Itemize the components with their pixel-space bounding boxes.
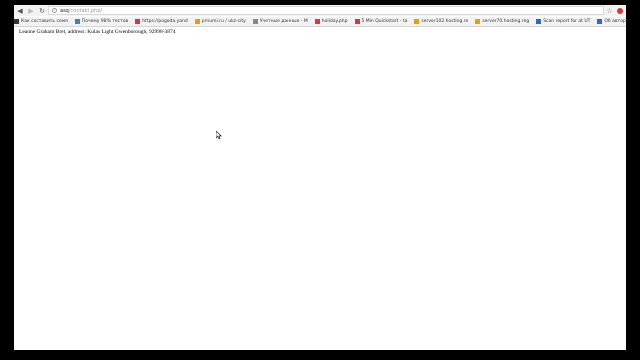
bookmark-favicon-icon [475, 19, 481, 24]
bookmark-favicon-icon [74, 19, 80, 24]
bookmark-label: server102.hosting.re [421, 19, 469, 24]
forward-icon[interactable]: ▶ [26, 6, 36, 16]
bookmark-item[interactable]: Почему 98% тестов [74, 17, 129, 26]
extension-icon[interactable] [615, 6, 624, 15]
bookmark-item[interactable]: https://pogoda.yand [135, 17, 188, 26]
bookmark-label: 5 Min Quickstart - ta [361, 19, 408, 24]
bookmark-item[interactable]: holiday.php [314, 17, 348, 26]
bookmarks-bar: Как составить семя Почему 98% тестов https… [14, 17, 626, 27]
page-text: Leanne Graham Bret, address: Kulas Light… [19, 29, 176, 35]
bookmark-label: holiday.php [321, 19, 348, 24]
bookmark-label: https://pogoda.yand [142, 19, 188, 24]
bookmark-favicon-icon [414, 19, 420, 24]
bookmark-label: Как составить семя [21, 19, 68, 24]
bookmark-label: Об авторе проекта [604, 19, 626, 24]
bookmark-item[interactable]: server70.hosting.reg [475, 17, 529, 26]
bookmark-label: server70.hosting.reg [482, 19, 530, 24]
bookmark-favicon-icon [252, 19, 258, 24]
address-path: /contakt.php/ [68, 7, 103, 14]
bookmark-star-icon[interactable]: ☆ [605, 6, 614, 15]
bookmark-favicon-icon [597, 19, 603, 24]
bookmark-label: prnumi.ru / ukz-city [201, 19, 246, 24]
bookmark-favicon-icon [314, 19, 320, 24]
bookmark-item[interactable]: Как составить семя [14, 17, 68, 26]
bookmark-item[interactable]: server102.hosting.re [414, 17, 468, 26]
address-host: asq [60, 7, 69, 14]
bookmark-item[interactable]: 5 Min Quickstart - ta [354, 17, 408, 26]
page-info-icon[interactable] [52, 8, 57, 13]
mouse-cursor-icon [216, 131, 222, 140]
bookmark-favicon-icon [14, 19, 19, 24]
bookmark-favicon-icon [135, 19, 141, 24]
bookmark-favicon-icon [536, 19, 542, 24]
bookmark-favicon-icon [194, 19, 200, 24]
bookmark-label: Scan report for at UT [543, 19, 591, 24]
browser-window: ◀ ▶ ↻ asq /contakt.php/ ☆ Как составить … [14, 5, 626, 350]
reload-icon[interactable]: ↻ [37, 6, 47, 16]
bookmark-label: Почему 98% тестов [81, 19, 129, 24]
bookmark-item[interactable]: Учетные данные - M [252, 17, 308, 26]
bookmark-item[interactable]: prnumi.ru / ukz-city [194, 17, 246, 26]
address-bar[interactable]: asq /contakt.php/ [48, 6, 604, 15]
bookmark-item[interactable]: Об авторе проекта [597, 17, 626, 26]
bookmark-label: Учетные данные - M [259, 19, 308, 24]
back-icon[interactable]: ◀ [15, 6, 25, 16]
bookmark-item[interactable]: Scan report for at UT [536, 17, 590, 26]
bookmark-favicon-icon [354, 19, 360, 24]
browser-toolbar: ◀ ▶ ↻ asq /contakt.php/ ☆ [14, 5, 626, 16]
